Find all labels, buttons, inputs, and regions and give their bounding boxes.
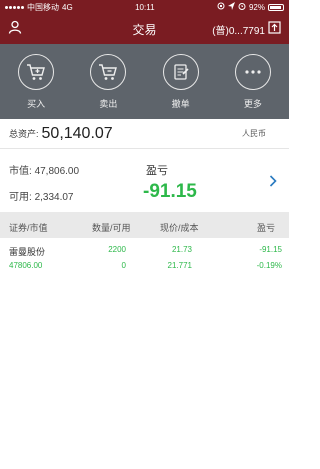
more-label: 更多	[243, 98, 262, 109]
carrier-label: 中国移动	[27, 2, 59, 12]
battery-percent: 92%	[248, 2, 265, 12]
market-value: 市值: 47,806.00	[9, 162, 79, 177]
status-left: 中国移动 4G	[5, 2, 73, 13]
sell-label: 卖出	[99, 98, 118, 109]
profit-loss-label: 盈亏	[146, 165, 168, 177]
profit-loss-value: -91.15	[143, 181, 197, 202]
header-quantity: 数量/可用	[92, 223, 131, 233]
chevron-right-icon[interactable]	[269, 174, 277, 192]
status-right: 92%	[217, 2, 284, 12]
stock-pl-percent: -0.19%	[256, 261, 282, 270]
cancel-order-icon	[162, 53, 199, 90]
buy-button[interactable]: 买入	[6, 53, 66, 110]
stock-available: 0	[121, 261, 126, 270]
market-value-label: 市值:	[9, 166, 32, 177]
available-funds: 可用: 2,334.07	[9, 188, 74, 203]
alarm-icon	[238, 2, 246, 12]
stock-price: 21.73	[171, 245, 192, 254]
header-price: 现价/成本	[160, 223, 199, 233]
more-icon	[234, 53, 271, 90]
account-switcher[interactable]: (普)0...7791	[212, 21, 281, 37]
stock-name: 雷曼股份	[9, 247, 46, 257]
rotation-lock-icon	[217, 2, 225, 12]
buy-label: 买入	[27, 98, 46, 109]
more-button[interactable]: 更多	[223, 53, 283, 110]
cancel-order-button[interactable]: 撤单	[151, 53, 211, 110]
available-amount: 2,334.07	[34, 192, 74, 203]
trade-action-bar: 买入 卖出 撤单 更多	[0, 44, 289, 119]
total-assets-row: 总资产: 50,140.07 人民币	[0, 119, 289, 149]
cancel-order-label: 撤单	[171, 98, 190, 109]
account-label: (普)0...7791	[212, 25, 265, 37]
stock-pl: -91.15	[259, 245, 282, 254]
stock-quantity: 2200	[108, 245, 126, 254]
switch-account-icon[interactable]	[268, 21, 281, 37]
header-pl: 盈亏	[256, 223, 275, 233]
stock-cost: 21.771	[167, 261, 192, 270]
header-security: 证券/市值	[9, 223, 48, 233]
nav-bar: 交易 (普)0...7791	[0, 14, 289, 44]
account-summary[interactable]: 市值: 47,806.00 可用: 2,334.07 盈亏 -91.15	[0, 150, 289, 210]
total-assets-label: 总资产:	[9, 129, 39, 139]
market-value-amount: 47,806.00	[34, 166, 80, 177]
holdings-table-header: 证券/市值 数量/可用 现价/成本 盈亏	[0, 212, 289, 238]
battery-icon	[268, 3, 284, 11]
sell-button[interactable]: 卖出	[78, 53, 138, 110]
user-icon[interactable]	[8, 20, 22, 39]
currency-label: 人民币	[242, 129, 266, 138]
cart-remove-icon	[90, 53, 127, 90]
stock-market-value: 47806.00	[9, 261, 43, 270]
location-icon	[227, 2, 235, 12]
available-label: 可用:	[9, 192, 32, 203]
signal-icon	[5, 5, 24, 9]
total-assets-value: 50,140.07	[41, 124, 113, 142]
clock: 10:11	[135, 2, 155, 12]
network-label: 4G	[62, 2, 73, 12]
status-bar: 中国移动 4G 10:11 92%	[0, 0, 289, 14]
cart-add-icon	[18, 53, 55, 90]
